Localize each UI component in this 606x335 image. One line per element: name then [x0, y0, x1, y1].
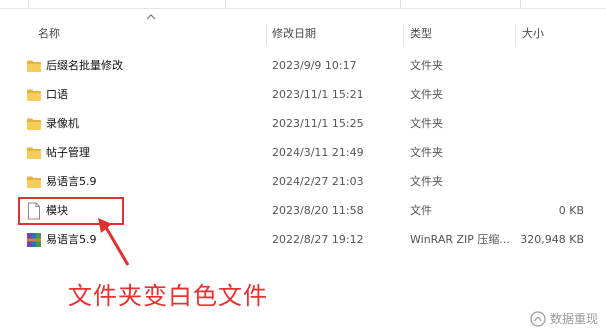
column-header-date[interactable]: 修改日期 [272, 20, 316, 48]
file-type: 文件夹 [410, 146, 443, 159]
toolbar-separator [28, 0, 29, 8]
folder-icon [27, 89, 41, 101]
file-row[interactable]: 口语 2023/11/1 15:21 文件夹 [0, 81, 606, 109]
file-name: 帖子管理 [46, 146, 90, 159]
arrow-icon [98, 218, 130, 266]
watermark-logo-icon [530, 310, 546, 327]
watermark-text: 数据重现 [549, 312, 598, 326]
file-type: 文件夹 [410, 175, 443, 188]
column-header: 名称 修改日期 类型 大小 [0, 14, 606, 48]
column-header-type[interactable]: 类型 [410, 20, 432, 48]
toolbar-separator [225, 0, 226, 8]
folder-icon [27, 147, 41, 159]
file-row[interactable]: 帖子管理 2024/3/11 21:49 文件夹 [0, 139, 606, 167]
file-date: 2023/11/1 15:25 [272, 117, 364, 130]
file-row[interactable]: 后缀名批量修改 2023/9/9 10:17 文件夹 [0, 52, 606, 80]
file-type: 文件 [410, 204, 432, 217]
file-type: 文件夹 [410, 117, 443, 130]
folder-icon [27, 118, 41, 130]
folder-icon [27, 60, 41, 72]
file-row[interactable]: 录像机 2023/11/1 15:25 文件夹 [0, 110, 606, 138]
sort-caret-icon [146, 14, 156, 20]
column-divider[interactable] [403, 24, 404, 46]
file-size: 320,948 KB [520, 233, 584, 246]
file-name: 易语言5.9 [46, 175, 97, 188]
file-name: 易语言5.9 [46, 233, 97, 246]
toolbar-strip [0, 0, 606, 9]
watermark: 数据重现 [530, 310, 598, 327]
file-row[interactable]: 易语言5.9 2022/8/27 19:12 WinRAR ZIP 压缩... … [0, 226, 606, 254]
toolbar-separator [520, 0, 521, 8]
winrar-archive-icon [27, 233, 41, 247]
file-date: 2023/8/20 11:58 [272, 204, 364, 217]
file-date: 2023/11/1 15:21 [272, 88, 364, 101]
column-divider[interactable] [266, 24, 267, 46]
folder-icon [27, 176, 41, 188]
toolbar-separator [400, 0, 401, 8]
file-name: 后缀名批量修改 [46, 59, 123, 72]
column-divider[interactable] [515, 24, 516, 46]
file-date: 2022/8/27 19:12 [272, 233, 364, 246]
file-name: 录像机 [46, 117, 79, 130]
file-type: 文件夹 [410, 59, 443, 72]
column-header-name[interactable]: 名称 [38, 20, 60, 48]
file-row[interactable]: 易语言5.9 2024/2/27 21:03 文件夹 [0, 168, 606, 196]
file-date: 2024/2/27 21:03 [272, 175, 364, 188]
file-name: 口语 [46, 88, 68, 101]
file-size: 0 KB [558, 204, 584, 217]
file-date: 2024/3/11 21:49 [272, 146, 364, 159]
annotation-text: 文件夹变白色文件 [68, 282, 268, 310]
file-type: 文件夹 [410, 88, 443, 101]
column-header-size[interactable]: 大小 [522, 20, 544, 48]
file-date: 2023/9/9 10:17 [272, 59, 357, 72]
file-type: WinRAR ZIP 压缩... [410, 233, 510, 246]
